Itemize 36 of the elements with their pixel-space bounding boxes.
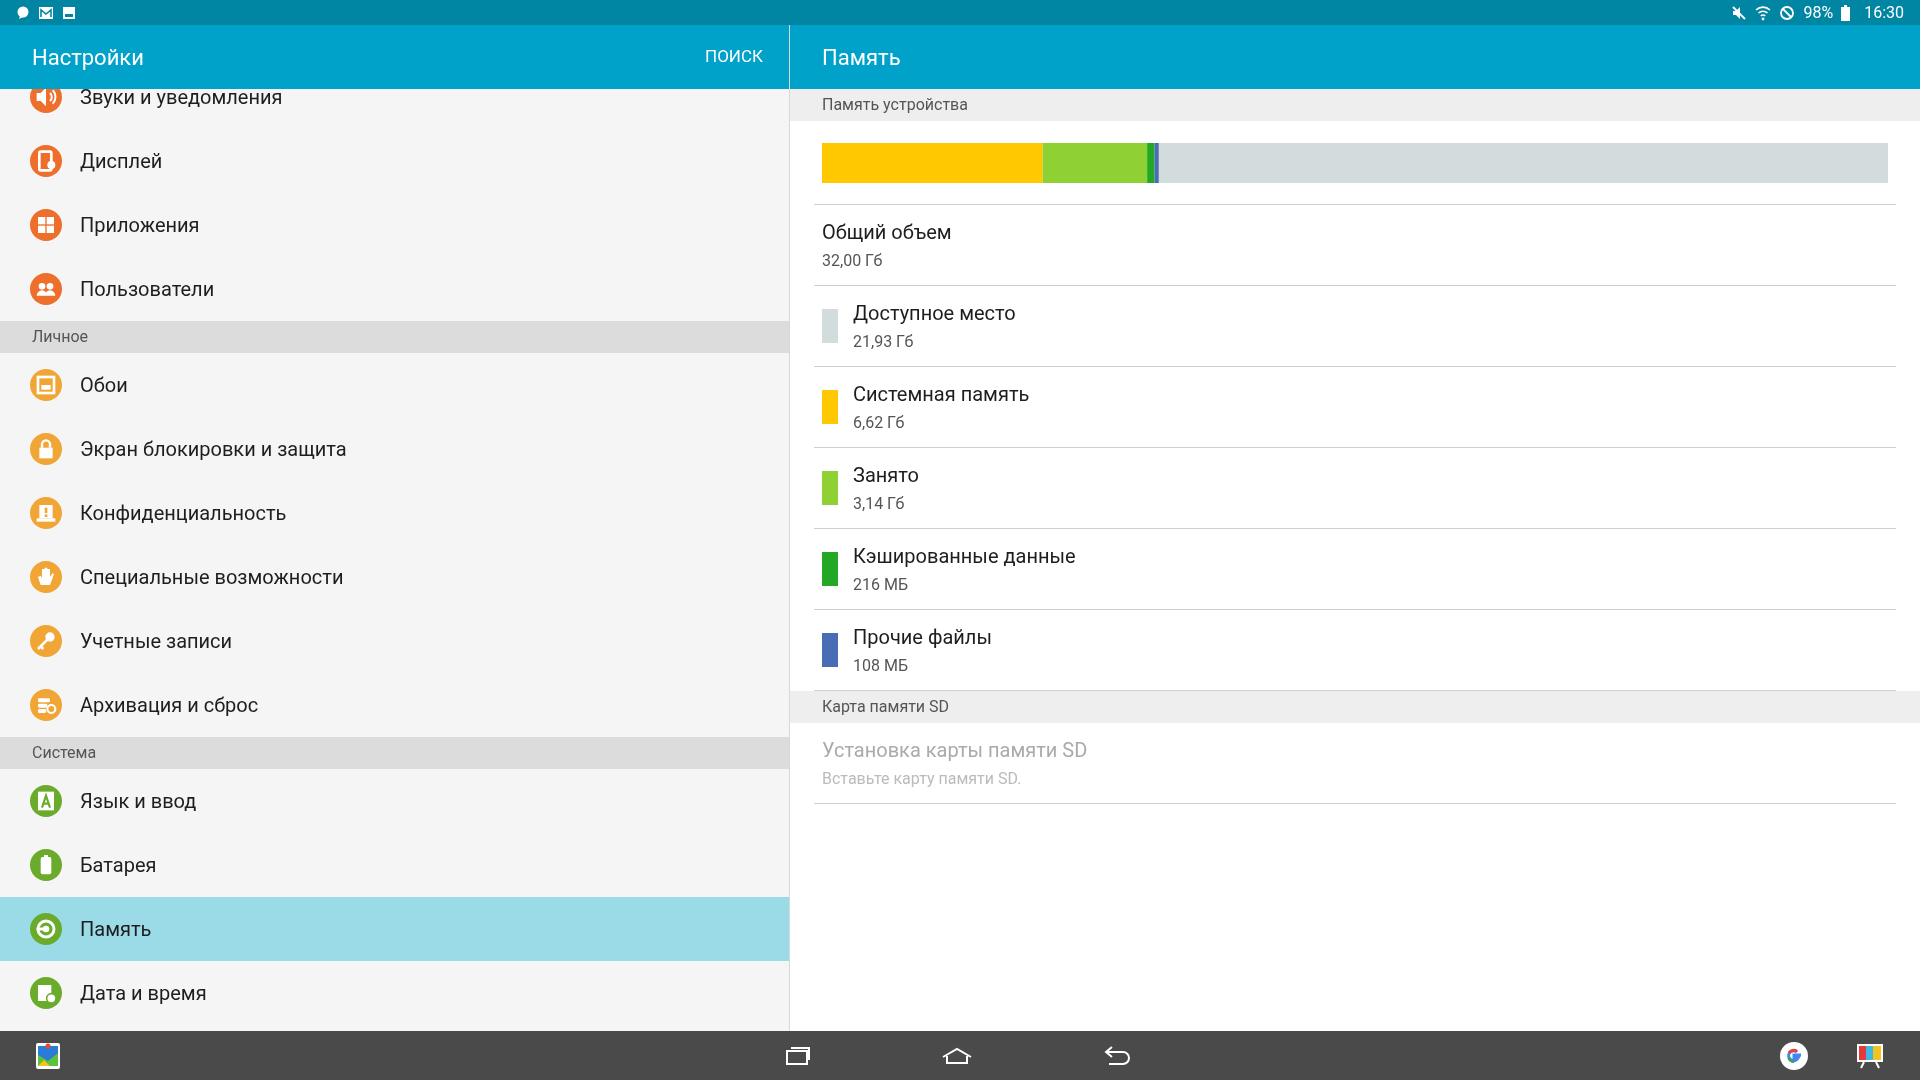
item-title: Занято	[853, 462, 919, 489]
detail-title: Память	[822, 43, 901, 72]
battery-icon	[1841, 4, 1851, 21]
item-title: Системная память	[853, 381, 1030, 408]
item-value: 216 МБ	[853, 574, 909, 596]
item-value: 6,62 Гб	[853, 412, 906, 434]
mute-icon	[1731, 4, 1748, 21]
item-value: Вставьте карту памяти SD.	[822, 768, 1023, 790]
recent-apps-icon[interactable]	[785, 1045, 811, 1066]
tv-app-icon[interactable]	[1856, 1042, 1884, 1069]
app-title: Настройки	[32, 43, 144, 72]
google-app-icon[interactable]	[1780, 1041, 1808, 1070]
chat-bubble-icon	[16, 5, 30, 20]
item-value: 3,14 Гб	[853, 493, 906, 515]
item-value: 21,93 Гб	[853, 331, 915, 353]
image-icon	[62, 5, 76, 20]
item-title: Общий объем	[822, 219, 952, 246]
section-header: Карта памяти SD	[822, 696, 950, 718]
section-header: Личное	[32, 326, 89, 348]
back-icon[interactable]	[1103, 1045, 1131, 1066]
item-title: Доступное место	[853, 300, 1016, 327]
home-icon[interactable]	[941, 1046, 973, 1065]
gallery-app-icon[interactable]	[36, 1042, 60, 1069]
item-title: Кэшированные данные	[853, 543, 1076, 570]
section-header: Память устройства	[822, 94, 968, 116]
battery-percent: 98%	[1803, 1, 1834, 24]
item-title: Установка карты памяти SD	[822, 737, 1088, 764]
clock: 16:30	[1864, 1, 1904, 24]
section-header: Система	[32, 742, 97, 764]
settings-item[interactable]: Память	[0, 897, 789, 961]
item-value: 32,00 Гб	[822, 250, 884, 272]
do-not-disturb-icon	[1779, 4, 1796, 21]
item-title: Прочие файлы	[853, 624, 992, 651]
item-value: 108 МБ	[853, 655, 909, 677]
wifi-icon	[1755, 4, 1772, 21]
mail-icon	[38, 5, 54, 20]
